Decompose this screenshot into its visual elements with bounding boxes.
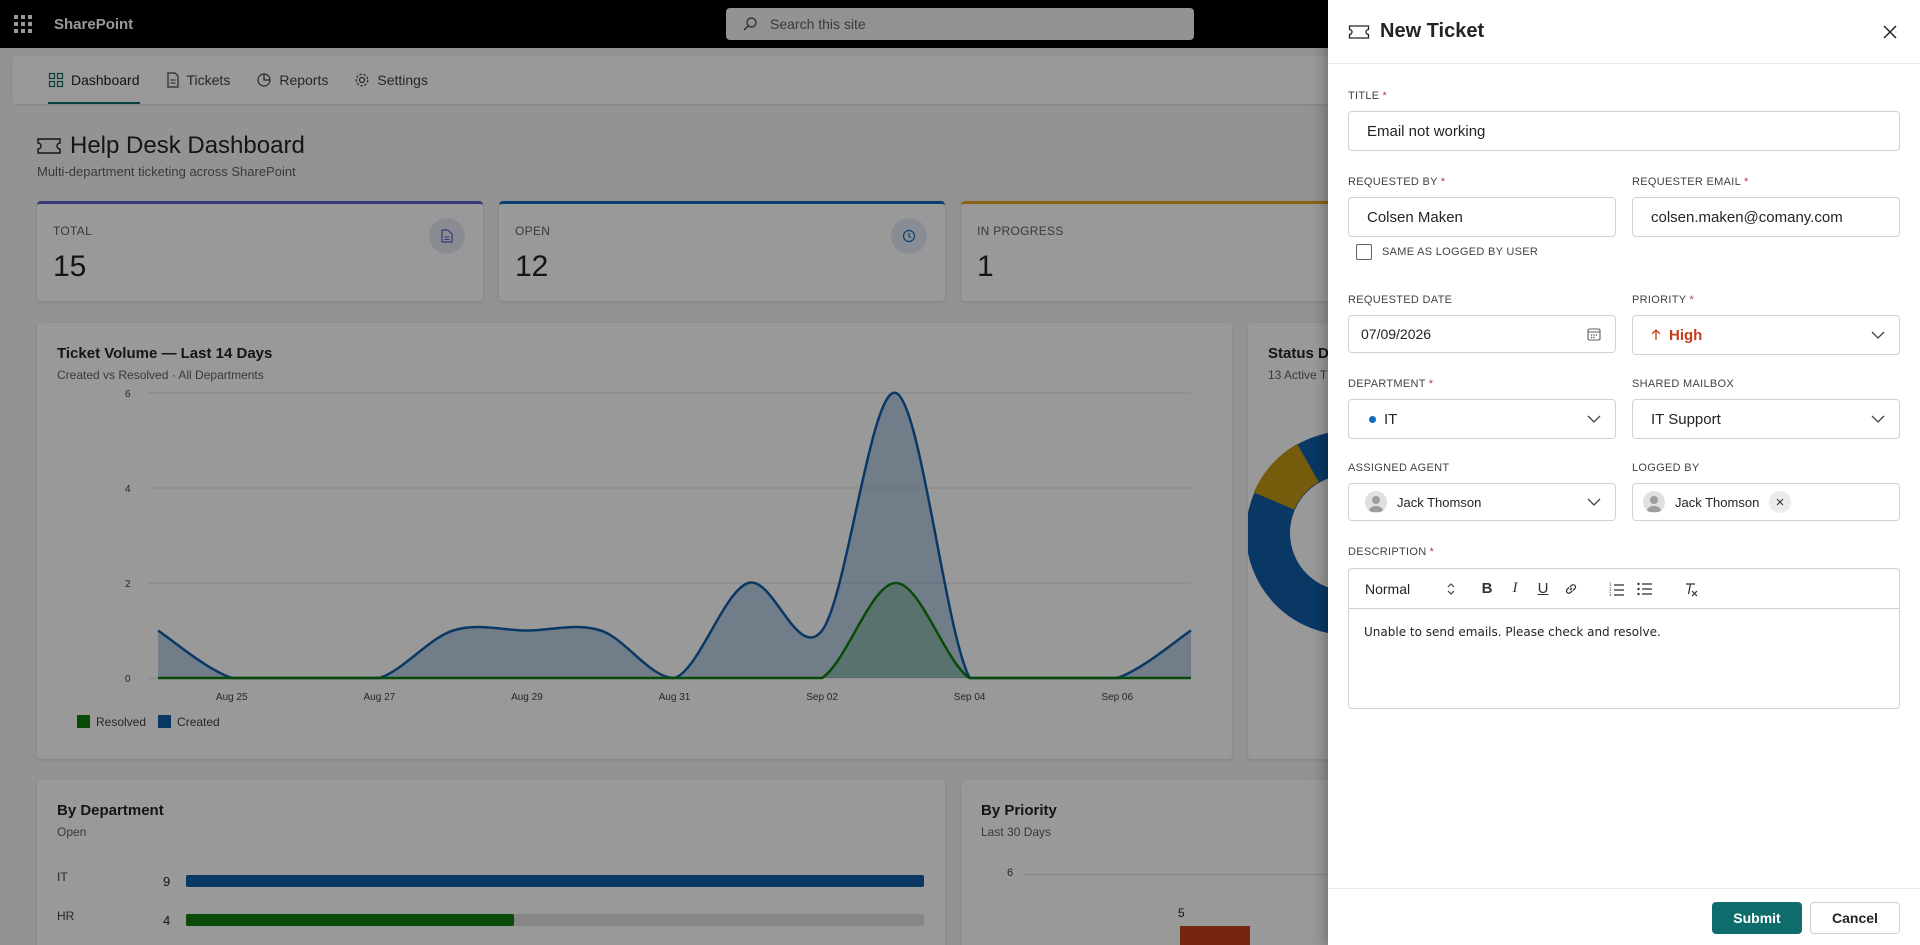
requested-by-label: REQUESTED BY * — [1348, 176, 1446, 188]
checkbox-label: SAME AS LOGGED BY USER — [1382, 246, 1539, 258]
close-button[interactable] — [1878, 20, 1902, 44]
department-select[interactable]: IT — [1348, 399, 1616, 439]
clear-format-icon — [1686, 582, 1698, 596]
same-as-logged-by-checkbox[interactable]: SAME AS LOGGED BY USER — [1356, 244, 1538, 260]
shared-mailbox-label: SHARED MAILBOX — [1632, 378, 1735, 390]
calendar-icon[interactable] — [1587, 327, 1601, 341]
editor-toolbar: Normal B I U 123 — [1349, 569, 1899, 609]
panel-header: New Ticket — [1328, 0, 1920, 64]
department-color-dot — [1369, 415, 1376, 423]
person-icon — [1646, 496, 1662, 512]
title-input[interactable]: Email not working — [1348, 111, 1900, 151]
svg-text:3: 3 — [1609, 592, 1612, 596]
title-label: TITLE * — [1348, 90, 1388, 102]
bullet-list-button[interactable] — [1635, 579, 1655, 599]
description-editor: Normal B I U 123 Unable to send emails. … — [1348, 568, 1900, 709]
ticket-icon — [1348, 24, 1370, 39]
chevron-down-icon — [1587, 498, 1601, 506]
numbered-list-button[interactable]: 123 — [1607, 579, 1627, 599]
submit-button[interactable]: Submit — [1712, 902, 1802, 934]
logged-by-people-picker[interactable]: Jack Thomson — [1632, 483, 1900, 521]
assigned-agent-label: ASSIGNED AGENT — [1348, 462, 1450, 474]
priority-select[interactable]: High — [1632, 315, 1900, 355]
description-textarea[interactable]: Unable to send emails. Please check and … — [1349, 609, 1899, 655]
chevron-down-icon — [1871, 415, 1885, 423]
modal-overlay[interactable] — [0, 0, 1328, 945]
requester-email-input[interactable]: colsen.maken@comany.com — [1632, 197, 1900, 237]
numbered-list-icon: 123 — [1609, 582, 1624, 596]
link-button[interactable] — [1561, 579, 1581, 599]
checkbox-box[interactable] — [1356, 244, 1372, 260]
cancel-button[interactable]: Cancel — [1810, 902, 1900, 934]
requested-by-input[interactable]: Colsen Maken — [1348, 197, 1616, 237]
requester-email-label: REQUESTER EMAIL * — [1632, 176, 1749, 188]
logged-by-label: LOGGED BY — [1632, 462, 1700, 474]
description-label: DESCRIPTION * — [1348, 546, 1435, 558]
requested-date-input[interactable]: 07/09/2026 — [1348, 315, 1616, 353]
person-icon — [1368, 496, 1384, 512]
chevron-down-icon — [1871, 331, 1885, 339]
link-icon — [1565, 583, 1577, 594]
clear-formatting-button[interactable] — [1681, 579, 1701, 599]
bold-button[interactable]: B — [1477, 579, 1497, 599]
avatar — [1365, 491, 1387, 513]
chevron-down-icon — [1587, 415, 1601, 423]
remove-person-button[interactable] — [1769, 491, 1792, 513]
department-label: DEPARTMENT * — [1348, 378, 1434, 390]
format-select[interactable]: Normal — [1365, 581, 1455, 597]
underline-button[interactable]: U — [1533, 579, 1553, 599]
requested-date-label: REQUESTED DATE — [1348, 294, 1453, 306]
close-icon — [1883, 25, 1897, 39]
priority-label: PRIORITY * — [1632, 294, 1694, 306]
bullet-list-icon — [1637, 582, 1652, 595]
panel-title: New Ticket — [1380, 20, 1485, 42]
arrow-up-icon — [1651, 329, 1661, 340]
close-icon — [1776, 498, 1784, 506]
italic-button[interactable]: I — [1505, 579, 1525, 599]
shared-mailbox-select[interactable]: IT Support — [1632, 399, 1900, 439]
new-ticket-panel: New Ticket TITLE * Email not working REQU… — [1328, 0, 1920, 945]
assigned-agent-select[interactable]: Jack Thomson — [1348, 483, 1616, 521]
updown-arrows-icon — [1447, 582, 1455, 595]
avatar — [1643, 491, 1665, 513]
panel-footer: Submit Cancel — [1328, 888, 1920, 945]
